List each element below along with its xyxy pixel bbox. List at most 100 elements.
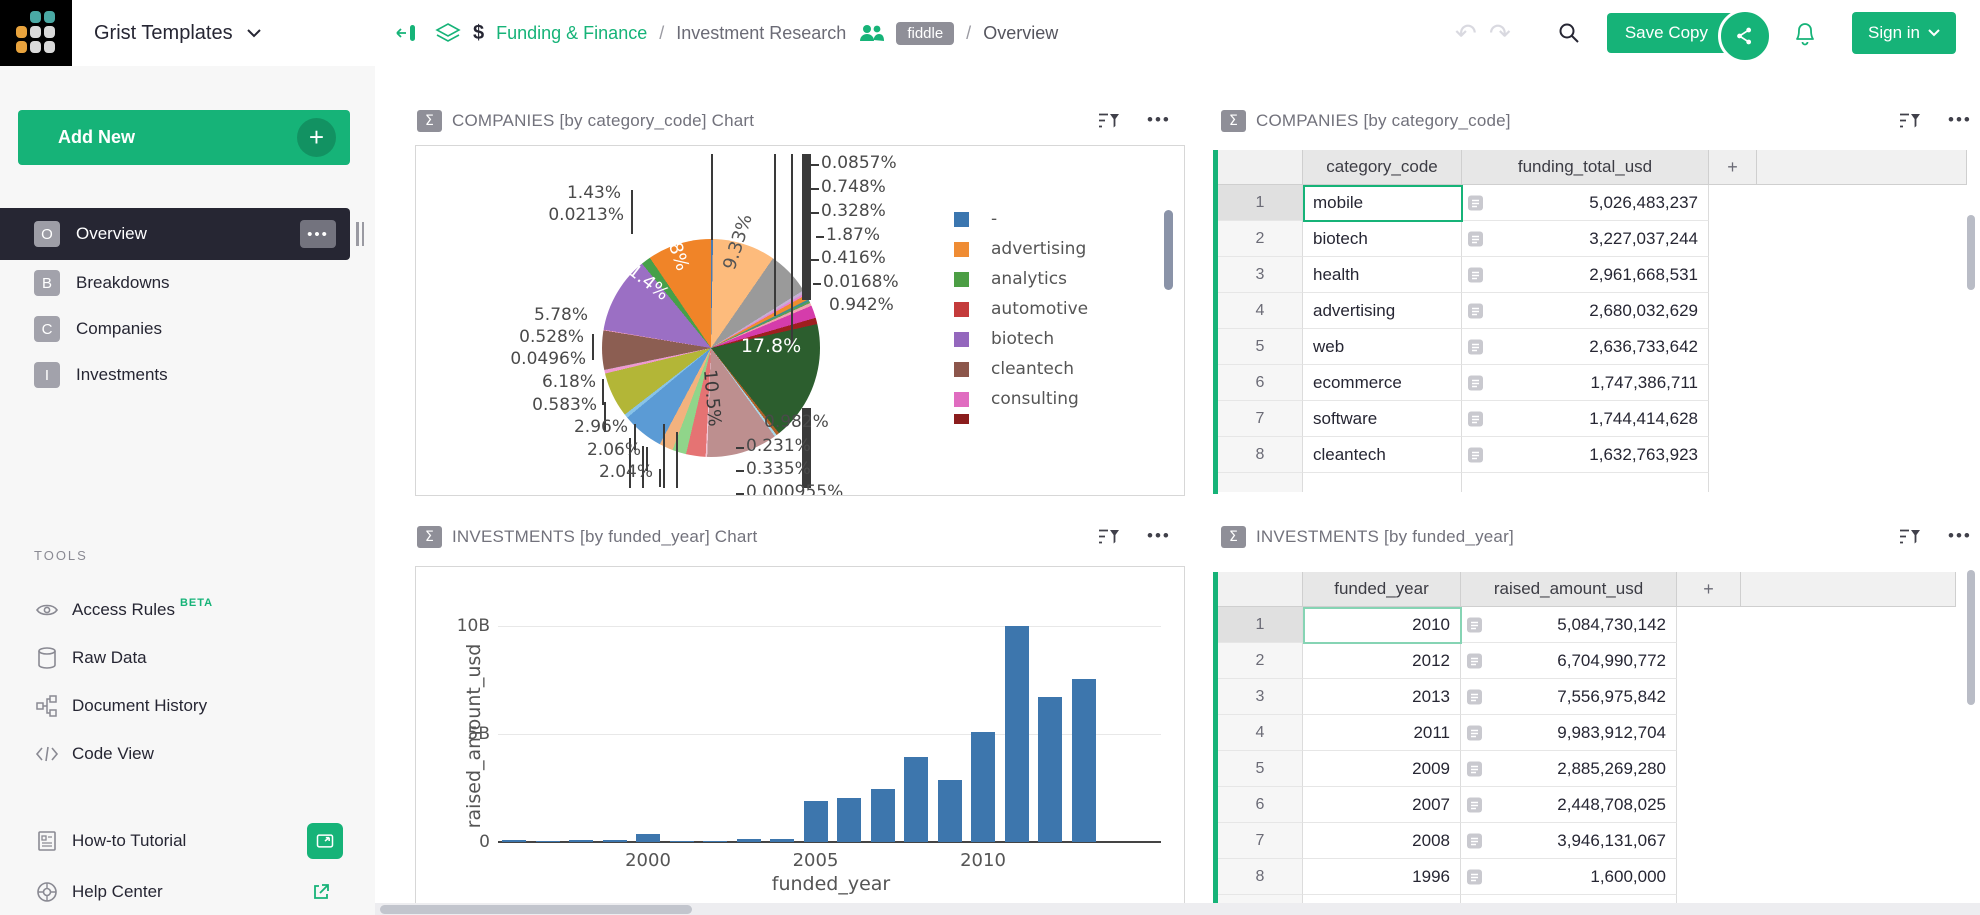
legend-item[interactable]: cleantech: [954, 354, 1088, 384]
share-button[interactable]: [1718, 9, 1772, 63]
breadcrumb-site[interactable]: Funding & Finance: [496, 23, 647, 44]
legend-item[interactable]: advertising: [954, 234, 1088, 264]
help-external-link-icon[interactable]: [311, 882, 331, 902]
cell-funded_year[interactable]: 2009: [1303, 751, 1461, 787]
grist-logo[interactable]: [0, 0, 72, 66]
investments-table-scrollbar[interactable]: [1967, 570, 1975, 705]
cell-category_code[interactable]: mobile: [1303, 185, 1462, 221]
sort-filter-icon[interactable]: [1098, 112, 1119, 129]
legend-item[interactable]: automotive: [954, 294, 1088, 324]
cell-raised_amount_usd[interactable]: 5,084,730,142: [1461, 607, 1677, 643]
sidebar-item-investments[interactable]: IInvestments: [0, 352, 350, 398]
panel-resize-handle[interactable]: [356, 222, 366, 246]
cell-category_code[interactable]: health: [1303, 257, 1462, 293]
cell-expand-icon[interactable]: [1468, 375, 1483, 390]
tool-item-access-rules[interactable]: Access RulesBETA: [0, 586, 375, 634]
cell-funding_total_usd[interactable]: 2,961,668,531: [1462, 257, 1709, 293]
sign-in-button[interactable]: Sign in: [1852, 12, 1956, 54]
cell-raised_amount_usd[interactable]: 1,600,000: [1461, 859, 1677, 895]
cell-expand-icon[interactable]: [1467, 725, 1482, 740]
cell-raised_amount_usd[interactable]: 3,946,131,067: [1461, 823, 1677, 859]
cell-funding_total_usd[interactable]: 2,636,733,642: [1462, 329, 1709, 365]
undo-button[interactable]: ↶: [1449, 18, 1483, 49]
cell-expand-icon[interactable]: [1468, 195, 1483, 210]
cell-expand-icon[interactable]: [1468, 411, 1483, 426]
workspace-switcher[interactable]: Grist Templates: [94, 0, 261, 66]
breadcrumb-page[interactable]: Overview: [983, 23, 1058, 44]
cell-category_code[interactable]: web: [1303, 329, 1462, 365]
cell-raised_amount_usd[interactable]: 6,704,990,772: [1461, 643, 1677, 679]
cell-expand-icon[interactable]: [1468, 339, 1483, 354]
cell-funded_year[interactable]: 2007: [1303, 787, 1461, 823]
row-number[interactable]: 2: [1218, 643, 1303, 679]
cell-raised_amount_usd[interactable]: 7,556,975,842: [1461, 679, 1677, 715]
cell-raised_amount_usd[interactable]: 2,885,269,280: [1461, 751, 1677, 787]
widget-menu-button[interactable]: •••: [1147, 110, 1171, 130]
cell-funded_year[interactable]: 2012: [1303, 643, 1461, 679]
row-number[interactable]: 8: [1218, 437, 1303, 473]
cell-expand-icon[interactable]: [1467, 653, 1482, 668]
sidebar-item-breakdowns[interactable]: BBreakdowns: [0, 260, 350, 306]
tool-item-raw-data[interactable]: Raw Data: [0, 634, 375, 682]
investments-bar-chart[interactable]: 10B5B0200020052010 raised_amount_usd fun…: [415, 566, 1185, 915]
sidebar-item-overview[interactable]: OOverview•••: [0, 208, 350, 260]
legend-item[interactable]: biotech: [954, 324, 1088, 354]
companies-table-scrollbar[interactable]: [1967, 215, 1975, 290]
save-copy-button[interactable]: Save Copy: [1607, 13, 1754, 53]
cell-funded_year[interactable]: 1996: [1303, 859, 1461, 895]
companies-summary-table[interactable]: category_codefunding_total_usd+1mobile5,…: [1218, 150, 1967, 492]
add-new-button[interactable]: Add New +: [18, 110, 350, 165]
cell-expand-icon[interactable]: [1467, 869, 1482, 884]
search-button[interactable]: [1557, 21, 1581, 45]
cell-funding_total_usd[interactable]: 3,227,037,244: [1462, 221, 1709, 257]
row-number[interactable]: 8: [1218, 859, 1303, 895]
cell-funding_total_usd[interactable]: 1,747,386,711: [1462, 365, 1709, 401]
legend-scrollbar[interactable]: [1164, 210, 1173, 290]
cell-category_code[interactable]: cleantech: [1303, 437, 1462, 473]
legend-item[interactable]: consulting: [954, 384, 1088, 414]
tutorial-expand-button[interactable]: [307, 823, 343, 859]
cell-funding_total_usd[interactable]: 1,744,414,628: [1462, 401, 1709, 437]
cell-raised_amount_usd[interactable]: 2,448,708,025: [1461, 787, 1677, 823]
row-number[interactable]: 6: [1218, 365, 1303, 401]
notifications-button[interactable]: [1792, 19, 1818, 47]
cell-funded_year[interactable]: 2011: [1303, 715, 1461, 751]
cell-funded_year[interactable]: 2013: [1303, 679, 1461, 715]
row-number[interactable]: 7: [1218, 823, 1303, 859]
cell-category_code[interactable]: software: [1303, 401, 1462, 437]
row-number[interactable]: 1: [1218, 607, 1303, 643]
row-number[interactable]: 3: [1218, 257, 1303, 293]
cell-expand-icon[interactable]: [1467, 617, 1482, 632]
cell-expand-icon[interactable]: [1468, 267, 1483, 282]
row-number[interactable]: 2: [1218, 221, 1303, 257]
widget-menu-button[interactable]: •••: [1948, 110, 1972, 130]
row-number[interactable]: 4: [1218, 715, 1303, 751]
widget-menu-button[interactable]: •••: [1147, 526, 1171, 546]
row-number[interactable]: 6: [1218, 787, 1303, 823]
tool-item-code-view[interactable]: Code View: [0, 730, 375, 778]
cell-expand-icon[interactable]: [1468, 447, 1483, 462]
cell-category_code[interactable]: ecommerce: [1303, 365, 1462, 401]
sidebar-item-companies[interactable]: CCompanies: [0, 306, 350, 352]
cell-expand-icon[interactable]: [1468, 231, 1483, 246]
cell-expand-icon[interactable]: [1467, 833, 1482, 848]
investments-summary-table[interactable]: funded_yearraised_amount_usd+120105,084,…: [1218, 572, 1956, 907]
row-number[interactable]: 7: [1218, 401, 1303, 437]
sort-filter-icon[interactable]: [1899, 528, 1920, 545]
row-number[interactable]: 1: [1218, 185, 1303, 221]
cell-category_code[interactable]: biotech: [1303, 221, 1462, 257]
add-column-button[interactable]: +: [1709, 150, 1757, 185]
cell-expand-icon[interactable]: [1468, 303, 1483, 318]
row-number[interactable]: 5: [1218, 329, 1303, 365]
row-number[interactable]: 5: [1218, 751, 1303, 787]
breadcrumb-doc[interactable]: Investment Research: [676, 23, 846, 44]
tool-item-document-history[interactable]: Document History: [0, 682, 375, 730]
cell-funding_total_usd[interactable]: 5,026,483,237: [1462, 185, 1709, 221]
collapse-panel-icon[interactable]: [395, 23, 419, 43]
add-column-button[interactable]: +: [1677, 572, 1741, 607]
cell-category_code[interactable]: advertising: [1303, 293, 1462, 329]
legend-item[interactable]: -: [954, 204, 1088, 234]
sort-filter-icon[interactable]: [1098, 528, 1119, 545]
cell-funded_year[interactable]: 2010: [1303, 607, 1461, 643]
widget-menu-button[interactable]: •••: [1948, 526, 1972, 546]
